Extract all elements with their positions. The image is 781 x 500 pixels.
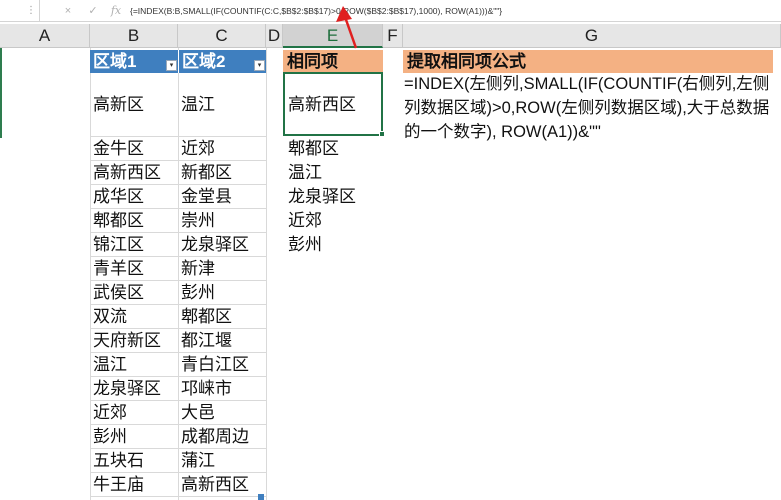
table-resize-handle[interactable] xyxy=(258,494,264,500)
table-cell[interactable]: 龙泉驿区 xyxy=(178,233,266,257)
filter-dropdown-icon[interactable]: ▾ xyxy=(254,60,265,71)
table-cell[interactable]: 都江堰 xyxy=(178,329,266,353)
result-cell[interactable]: 彭州 xyxy=(283,233,383,257)
formula-bar: ⋮ × ✓ fx {=INDEX(B:B,SMALL(IF(COUNTIF(C:… xyxy=(0,0,781,22)
table-cell[interactable]: 金堂县 xyxy=(178,185,266,209)
filter-dropdown-icon[interactable]: ▾ xyxy=(166,60,177,71)
table-cell[interactable]: 成都周边 xyxy=(178,425,266,449)
table-cell[interactable]: 彭州 xyxy=(178,281,266,305)
column-header-row: A B C D E F G xyxy=(0,24,781,48)
table-cell[interactable]: 五块石 xyxy=(90,449,178,473)
table-cell[interactable]: 双流 xyxy=(90,305,178,329)
column-header-d[interactable]: D xyxy=(266,24,283,48)
table-cell[interactable]: 武侯区 xyxy=(90,281,178,305)
table-cell[interactable]: 郫都区 xyxy=(178,305,266,329)
table-cell[interactable]: 高新西区 xyxy=(90,161,178,185)
table-cell[interactable]: 高新区 xyxy=(90,82,178,128)
result-cell[interactable]: 温江 xyxy=(283,161,383,185)
table-cell[interactable]: 温江 xyxy=(90,353,178,377)
formula-explanation-header[interactable]: 提取相同项公式 xyxy=(403,50,773,73)
table-cell[interactable]: 天府新区 xyxy=(90,329,178,353)
table-cell[interactable]: 龙泉驿区 xyxy=(90,377,178,401)
active-cell-selection xyxy=(283,72,383,136)
table-cell[interactable]: 近郊 xyxy=(90,401,178,425)
table-cell[interactable]: 青白江区 xyxy=(178,353,266,377)
table-cell[interactable]: 青羊区 xyxy=(90,257,178,281)
column-header-a[interactable]: A xyxy=(0,24,90,48)
table-cell[interactable]: 成华区 xyxy=(90,185,178,209)
column-gridline xyxy=(266,48,267,500)
more-dots-icon: ⋮ xyxy=(26,5,36,16)
formula-input[interactable]: {=INDEX(B:B,SMALL(IF(COUNTIF(C:C,$B$2:$B… xyxy=(130,0,502,22)
table-cell[interactable]: 金牛区 xyxy=(90,137,178,161)
column-header-g[interactable]: G xyxy=(403,24,781,48)
header-cell-region1[interactable]: 区域1 xyxy=(90,50,178,73)
table-cell[interactable]: 郫都区 xyxy=(90,209,178,233)
table-cell[interactable]: 崇州 xyxy=(178,209,266,233)
table-cell[interactable]: 新都区 xyxy=(178,161,266,185)
result-cell[interactable]: 郫都区 xyxy=(283,137,383,161)
table-cell[interactable]: 温江 xyxy=(178,82,266,128)
result-cell[interactable]: 龙泉驿区 xyxy=(283,185,383,209)
table-cell[interactable]: 蒲江 xyxy=(178,449,266,473)
row-indicator xyxy=(0,48,2,138)
table-cell[interactable]: 彭州 xyxy=(90,425,178,449)
column-header-b[interactable]: B xyxy=(90,24,178,48)
enter-icon[interactable]: ✓ xyxy=(85,3,101,19)
formula-explanation-text[interactable]: =INDEX(左侧列,SMALL(IF(COUNTIF(右侧列,左侧列数据区域)… xyxy=(404,72,774,144)
table-cell[interactable]: 牛王庙 xyxy=(90,473,178,497)
result-cell[interactable]: 近郊 xyxy=(283,209,383,233)
table-cell[interactable]: 高新西区 xyxy=(178,473,266,497)
table-cell[interactable]: 近郊 xyxy=(178,137,266,161)
table-cell[interactable]: 锦江区 xyxy=(90,233,178,257)
column-header-c[interactable]: C xyxy=(178,24,266,48)
function-icon[interactable]: fx xyxy=(108,3,124,19)
column-header-e[interactable]: E xyxy=(283,24,383,48)
table-cell[interactable]: 大邑 xyxy=(178,401,266,425)
result-header-cell[interactable]: 相同项 xyxy=(283,50,383,73)
fill-handle[interactable] xyxy=(379,131,385,137)
table-cell[interactable]: 邛崃市 xyxy=(178,377,266,401)
table-cell[interactable]: 新津 xyxy=(178,257,266,281)
cancel-icon[interactable]: × xyxy=(60,3,76,19)
column-header-f[interactable]: F xyxy=(383,24,403,48)
header-cell-region2[interactable]: 区域2 xyxy=(178,50,266,73)
